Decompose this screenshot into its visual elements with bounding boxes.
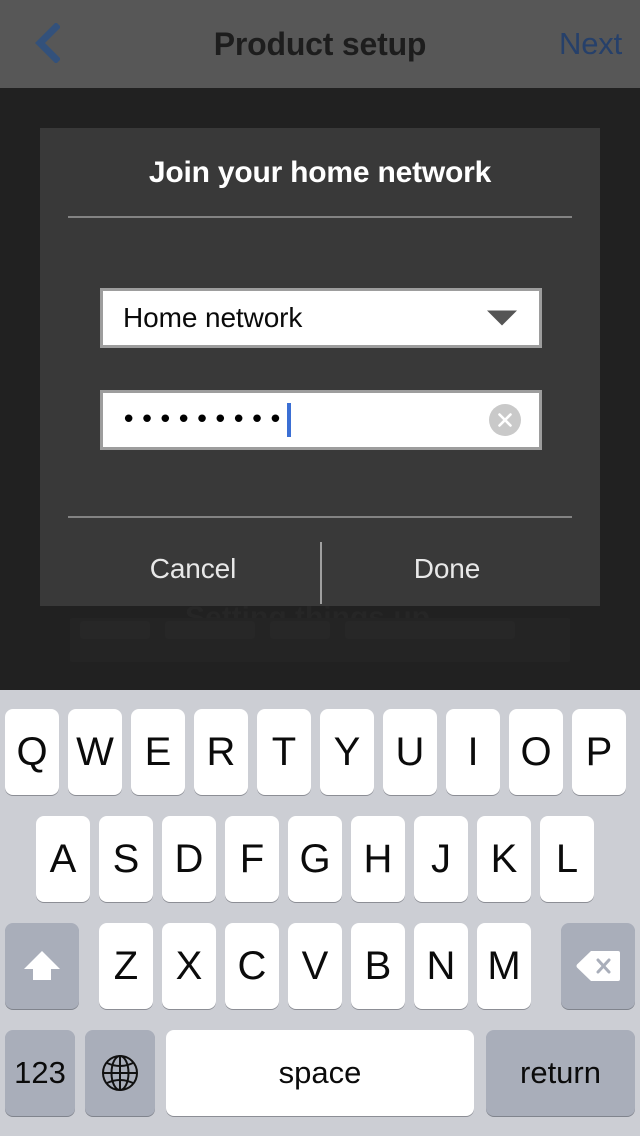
network-select-value: Home network — [123, 302, 303, 333]
key-f[interactable]: F — [225, 816, 279, 902]
numbers-key[interactable]: 123 — [5, 1030, 75, 1116]
key-l[interactable]: L — [540, 816, 594, 902]
key-z[interactable]: Z — [99, 923, 153, 1009]
chevron-down-icon — [487, 310, 517, 326]
key-v[interactable]: V — [288, 923, 342, 1009]
backspace-icon — [575, 948, 621, 984]
key-g[interactable]: G — [288, 816, 342, 902]
dialog-title: Join your home network — [148, 156, 492, 189]
key-e[interactable]: E — [131, 709, 185, 795]
key-o[interactable]: O — [509, 709, 563, 795]
key-n[interactable]: N — [414, 923, 468, 1009]
key-h[interactable]: H — [351, 816, 405, 902]
key-c[interactable]: C — [225, 923, 279, 1009]
onscreen-keyboard: Q W E R T Y U I O P A S D F G H J K L Z … — [0, 690, 640, 1136]
key-p[interactable]: P — [572, 709, 626, 795]
return-key[interactable]: return — [486, 1030, 635, 1116]
page-title: Product setup — [213, 25, 427, 62]
key-a[interactable]: A — [36, 816, 90, 902]
cancel-button[interactable]: Cancel — [68, 536, 318, 602]
key-x[interactable]: X — [162, 923, 216, 1009]
dialog-divider-bottom — [68, 516, 572, 518]
navigation-bar: Product setup Next — [0, 0, 640, 88]
key-t[interactable]: T — [257, 709, 311, 795]
backdrop-ghost-chip — [345, 621, 515, 639]
done-button[interactable]: Done — [322, 536, 572, 602]
key-m[interactable]: M — [477, 923, 531, 1009]
join-network-dialog: Join your home network Home network ••••… — [40, 128, 600, 606]
keyboard-row-4: 123 space return — [0, 1030, 640, 1116]
password-masked-value: ••••••••• — [121, 405, 287, 435]
key-u[interactable]: U — [383, 709, 437, 795]
app-screen: Setting things up... Product setup Next … — [0, 0, 640, 1136]
space-key[interactable]: space — [166, 1030, 474, 1116]
shift-key[interactable] — [5, 923, 79, 1009]
backdrop-ghost-chip — [165, 621, 255, 639]
password-input[interactable]: ••••••••• — [100, 390, 542, 450]
keyboard-row-3: Z X C V B N M — [0, 923, 640, 1009]
text-cursor — [287, 403, 292, 437]
backdrop-ghost-chip — [80, 621, 150, 639]
globe-icon — [99, 1052, 141, 1094]
key-j[interactable]: J — [414, 816, 468, 902]
backspace-key[interactable] — [561, 923, 635, 1009]
key-r[interactable]: R — [194, 709, 248, 795]
next-button[interactable]: Next — [559, 0, 622, 88]
key-d[interactable]: D — [162, 816, 216, 902]
network-select[interactable]: Home network — [100, 288, 542, 348]
globe-key[interactable] — [85, 1030, 155, 1116]
dialog-divider-top — [68, 216, 572, 218]
key-w[interactable]: W — [68, 709, 122, 795]
key-y[interactable]: Y — [320, 709, 374, 795]
key-k[interactable]: K — [477, 816, 531, 902]
key-q[interactable]: Q — [5, 709, 59, 795]
shift-arrow-icon — [20, 944, 64, 988]
backdrop-ghost-chip — [270, 621, 330, 639]
clear-circle-icon[interactable] — [489, 404, 521, 436]
keyboard-row-2: A S D F G H J K L — [0, 816, 640, 902]
key-b[interactable]: B — [351, 923, 405, 1009]
key-i[interactable]: I — [446, 709, 500, 795]
keyboard-row-1: Q W E R T Y U I O P — [0, 709, 640, 795]
key-s[interactable]: S — [99, 816, 153, 902]
